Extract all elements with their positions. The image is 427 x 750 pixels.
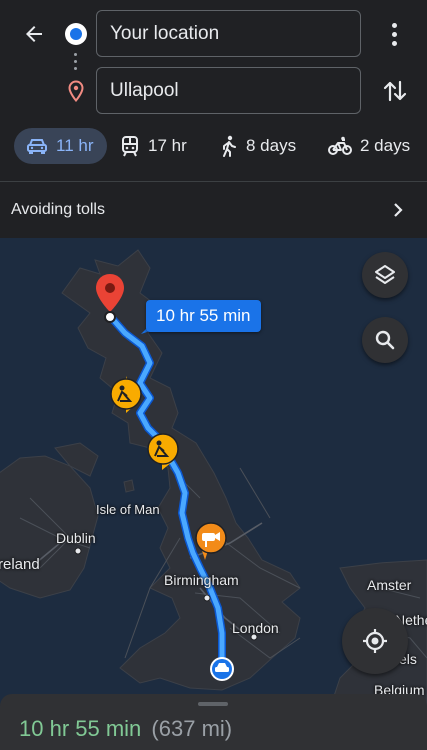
- car-icon: [27, 139, 47, 154]
- more-options-button[interactable]: [380, 20, 408, 48]
- tab-driving[interactable]: 11 hr: [14, 128, 107, 164]
- destination-input-value: Ullapool: [110, 79, 179, 101]
- map-label-london: London: [232, 620, 279, 636]
- back-button[interactable]: [18, 18, 50, 50]
- map-label-isle-of-man: Isle of Man: [96, 502, 160, 517]
- map-label-ireland: reland: [0, 556, 40, 573]
- layers-button[interactable]: [362, 252, 408, 298]
- route-connector-dots: [74, 53, 78, 70]
- route-duration: 10 hr 55 min: [19, 716, 142, 741]
- tab-walking[interactable]: 8 days: [220, 128, 296, 164]
- bicycle-icon: [328, 136, 352, 155]
- my-location-icon: [363, 629, 387, 653]
- origin-marker-icon: [65, 23, 87, 45]
- origin-input-value: Your location: [110, 22, 220, 44]
- route-summary: 10 hr 55 min (637 mi): [19, 716, 232, 742]
- route-time-chip-label: 10 hr 55 min: [156, 306, 251, 325]
- route-options-row[interactable]: Avoiding tolls: [0, 182, 427, 238]
- destination-input[interactable]: Ullapool: [96, 67, 361, 114]
- origin-input[interactable]: Your location: [96, 10, 361, 57]
- tab-cycling-label: 2 days: [360, 136, 411, 155]
- avoid-tolls-label: Avoiding tolls: [11, 201, 105, 218]
- tab-transit-label: 17 hr: [148, 136, 187, 155]
- directions-header: Your location Ullapool 11 hr 17 hr 8 day…: [0, 0, 427, 238]
- map-view[interactable]: Isle of Man Dublin reland Birmingham Lon…: [0, 238, 427, 708]
- city-dot-dublin: [74, 547, 82, 555]
- travel-mode-tabs: 11 hr 17 hr 8 days 2 days: [0, 126, 427, 168]
- search-along-route-button[interactable]: [362, 317, 408, 363]
- tab-walking-label: 8 days: [246, 136, 297, 155]
- route-distance: (637 mi): [151, 716, 233, 741]
- layers-icon: [375, 265, 395, 284]
- tab-transit[interactable]: 17 hr: [120, 128, 187, 164]
- search-icon: [375, 330, 395, 350]
- origin-car-marker-icon: [210, 657, 234, 681]
- chevron-right-icon: [394, 203, 403, 217]
- map-label-dublin: Dublin: [56, 530, 96, 546]
- destination-pin-icon: [68, 80, 84, 102]
- map-label-birmingham: Birmingham: [164, 572, 239, 588]
- train-icon: [122, 136, 138, 157]
- tab-cycling[interactable]: 2 days: [328, 128, 410, 164]
- route-time-chip[interactable]: 10 hr 55 min: [146, 300, 261, 332]
- walking-icon: [223, 135, 236, 157]
- back-arrow-icon: [26, 26, 42, 42]
- swap-endpoints-icon[interactable]: [380, 76, 410, 106]
- route-summary-sheet[interactable]: 10 hr 55 min (637 mi): [0, 694, 427, 750]
- city-dot-birmingham: [203, 594, 211, 602]
- sheet-drag-handle[interactable]: [198, 702, 228, 706]
- my-location-button[interactable]: [342, 608, 408, 674]
- tab-driving-label: 11 hr: [56, 136, 94, 155]
- map-label-amsterdam: Amster: [367, 577, 412, 593]
